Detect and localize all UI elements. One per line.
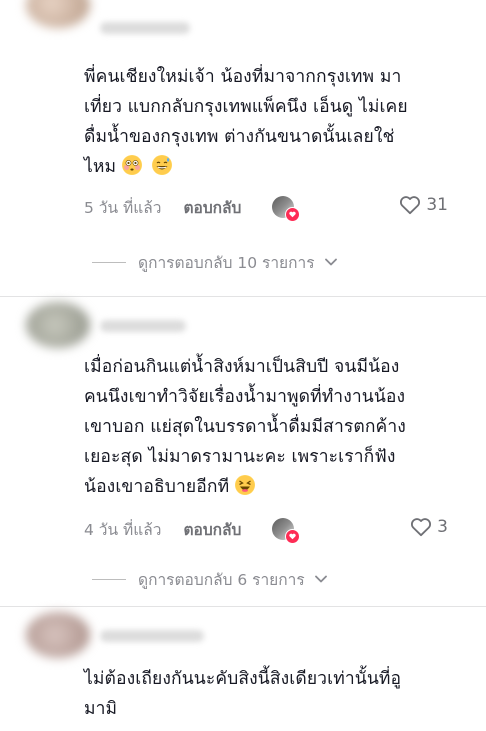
comment-line: พี่คนเชียงใหม่เจ้า น้องที่มาจากกรุงเทพ ม… — [84, 67, 402, 87]
avatar[interactable] — [26, 302, 90, 348]
heart-outline-icon — [400, 196, 421, 215]
comment-line: ไหม — [84, 157, 117, 177]
comment-line: มามิ — [84, 699, 118, 719]
comment-line: เที่ยว แบกกลับกรุงเทพแพ็คนึง เอ็นดู ไม่เ… — [84, 97, 408, 117]
reply-button[interactable]: ตอบกลับ — [183, 195, 241, 220]
like-count: 3 — [437, 517, 448, 537]
divider-line — [92, 578, 126, 580]
comment-text: ไม่ต้องเถียงกันนะคับสิงนี้สิงเดียวเท่านั… — [84, 664, 464, 724]
reply-button[interactable]: ตอบกลับ — [183, 517, 241, 542]
view-replies-label: ดูการตอบกลับ 6 รายการ — [138, 570, 305, 589]
comment-line: เขาบอก แย่สุดในบรรดาน้ำดื่มมีสารตกค้าง — [84, 417, 406, 437]
divider-line — [92, 261, 126, 263]
comment-line: ดื่มน้ำของกรุงเทพ ต่างกันขนาดนั้นเลยใช่ — [84, 127, 395, 147]
comment-line: เยอะสุด ไม่มาดรามานะคะ เพราะเราก็ฟัง — [84, 447, 396, 467]
creator-liked-avatar — [272, 518, 300, 544]
username[interactable] — [100, 320, 186, 332]
like-button[interactable]: 3 — [410, 517, 448, 537]
comment-line: น้องเขาอธิบายอีกที — [84, 477, 230, 497]
username[interactable] — [100, 630, 204, 642]
comment-text: พี่คนเชียงใหม่เจ้า น้องที่มาจากกรุงเทพ ม… — [84, 62, 464, 182]
avatar[interactable] — [26, 0, 90, 28]
separator — [0, 296, 486, 297]
separator — [0, 606, 486, 607]
comment-meta: 4 วัน ที่แล้ว ตอบกลับ — [84, 516, 241, 542]
heart-outline-icon — [411, 518, 432, 537]
view-replies-label: ดูการตอบกลับ 10 รายการ — [138, 253, 315, 272]
like-count: 31 — [426, 195, 448, 215]
flushed-face-emoji-icon — [121, 155, 142, 175]
comment-meta: 5 วัน ที่แล้ว ตอบกลับ — [84, 194, 241, 220]
username[interactable] — [100, 22, 190, 34]
comment-line: เมื่อก่อนกินแต่น้ำสิงห์มาเป็นสิบปี จนมีน… — [84, 357, 400, 377]
comment-text: เมื่อก่อนกินแต่น้ำสิงห์มาเป็นสิบปี จนมีน… — [84, 352, 464, 502]
smiling-face-with-sweat-emoji-icon — [151, 155, 172, 175]
comment-time: 5 วัน ที่แล้ว — [84, 198, 162, 217]
squinting-laughing-face-emoji-icon — [234, 475, 255, 495]
comment-time: 4 วัน ที่แล้ว — [84, 520, 162, 539]
comment-line: คนนึงเขาทำวิจัยเรื่องน้ำมาพูดที่ทำงานน้อ… — [84, 387, 406, 407]
view-replies-button[interactable]: ดูการตอบกลับ 6 รายการ — [92, 567, 327, 591]
view-replies-button[interactable]: ดูการตอบกลับ 10 รายการ — [92, 250, 337, 274]
heart-icon — [285, 529, 300, 544]
like-button[interactable]: 31 — [399, 195, 448, 215]
chevron-down-icon — [314, 575, 327, 583]
heart-icon — [285, 207, 300, 222]
creator-liked-avatar — [272, 196, 300, 222]
avatar[interactable] — [26, 612, 90, 658]
comment-line: ไม่ต้องเถียงกันนะคับสิงนี้สิงเดียวเท่านั… — [84, 669, 402, 689]
chevron-down-icon — [324, 258, 337, 266]
